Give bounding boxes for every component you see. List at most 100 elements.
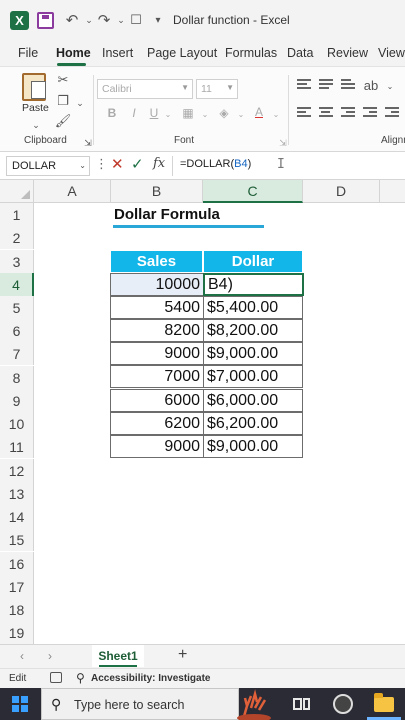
row-header[interactable]: 2 [0,226,34,249]
row-header[interactable]: 8 [0,366,34,389]
align-top-icon[interactable] [297,79,311,91]
sheet-title-cell[interactable]: Dollar Formula [114,206,220,223]
add-sheet-button[interactable]: + [178,646,187,664]
name-box[interactable]: DOLLAR ⌄ [6,156,90,176]
row-header[interactable]: 16 [0,552,34,575]
tab-data[interactable]: Data [287,46,313,60]
sales-cell[interactable]: 10000 [110,273,204,296]
copy-icon[interactable]: ❐ [55,93,71,109]
align-left-icon[interactable] [297,107,311,119]
orientation-dropdown-icon[interactable]: ⌄ [382,78,398,94]
sales-cell[interactable]: 9000 [110,435,204,458]
dollar-cell[interactable]: $7,000.00 [203,365,303,388]
name-box-caret-icon[interactable]: ⌄ [79,161,86,170]
decrease-indent-icon[interactable] [363,107,377,119]
fill-color-dropdown-icon[interactable]: ⌄ [233,106,249,122]
copy-dropdown-icon[interactable]: ⌄ [72,95,88,111]
sales-cell[interactable]: 9000 [110,342,204,365]
prev-sheet-icon[interactable]: ‹ [20,649,24,663]
align-middle-icon[interactable] [319,79,333,91]
paste-icon[interactable] [22,73,46,101]
file-explorer-icon[interactable] [374,693,394,712]
customize-toolbar-icon[interactable]: ▾ [148,10,168,30]
column-header-b[interactable]: B [111,180,203,203]
font-color-icon[interactable]: A [251,104,267,120]
sales-cell[interactable]: 6000 [110,389,204,412]
formula-input[interactable]: =DOLLAR(B4) [180,158,251,170]
italic-button[interactable]: I [126,105,142,121]
font-size-select[interactable]: 11 ▼ [196,79,238,99]
row-header[interactable]: 18 [0,598,34,621]
sales-cell[interactable]: 5400 [110,296,204,319]
row-header[interactable]: 5 [0,296,34,319]
format-painter-icon[interactable]: 🖌 [55,113,72,129]
row-header[interactable]: 3 [0,250,34,273]
tab-home[interactable]: Home [56,46,91,60]
row-header[interactable]: 14 [0,505,34,528]
row-header[interactable]: 7 [0,342,34,365]
row-header-selected[interactable]: 4 [0,273,34,296]
obs-app-icon[interactable] [333,694,353,714]
column-header-c[interactable]: C [203,180,303,203]
row-header[interactable]: 17 [0,575,34,598]
increase-indent-icon[interactable] [385,107,399,119]
task-view-icon[interactable] [291,694,311,714]
tab-page-layout[interactable]: Page Layout [147,46,217,60]
paste-dropdown-icon[interactable]: ⌄ [28,117,44,133]
tab-review[interactable]: Review [327,46,368,60]
accessibility-icon[interactable]: ⚲ [76,671,85,685]
column-header-a[interactable]: A [34,180,111,203]
tab-file[interactable]: File [18,46,38,60]
dollar-cell[interactable]: $9,000.00 [203,435,303,458]
row-header[interactable]: 11 [0,435,34,458]
save-icon[interactable] [37,12,54,29]
insert-function-icon[interactable]: fx [153,156,165,171]
dollar-cell[interactable]: $8,200.00 [203,319,303,342]
table-header-sales[interactable]: Sales [110,250,203,273]
next-sheet-icon[interactable]: › [48,649,52,663]
row-header[interactable]: 6 [0,319,34,342]
column-header-partial[interactable] [380,180,405,203]
macro-recording-icon[interactable] [50,672,62,683]
row-header[interactable]: 13 [0,482,34,505]
align-bottom-icon[interactable] [341,79,355,91]
tab-formulas[interactable]: Formulas [225,46,277,60]
row-header[interactable]: 19 [0,621,34,644]
sheet-tab-sheet1[interactable]: Sheet1 [92,645,144,667]
accessibility-status[interactable]: Accessibility: Investigate [91,673,211,684]
select-all-button[interactable] [0,180,34,203]
borders-icon[interactable]: ▦ [180,105,196,121]
font-name-select[interactable]: Calibri ▼ [97,79,193,99]
underline-dropdown-icon[interactable]: ⌄ [160,106,176,122]
tab-insert[interactable]: Insert [102,46,133,60]
borders-dropdown-icon[interactable]: ⌄ [197,106,213,122]
dollar-cell[interactable]: $9,000.00 [203,342,303,365]
taskbar-search-box[interactable]: ⚲ Type here to search [41,688,239,720]
tab-view[interactable]: View [378,46,405,60]
cancel-icon[interactable]: ✕ [111,155,124,173]
dollar-cell-editing[interactable]: B4) [203,273,304,296]
row-header[interactable]: 12 [0,459,34,482]
row-header[interactable]: 1 [0,203,34,226]
cut-icon[interactable]: ✂ [55,72,71,88]
touch-mode-icon[interactable]: ☐ [126,10,146,30]
enter-icon[interactable]: ✓ [131,155,144,173]
row-header[interactable]: 15 [0,528,34,551]
bold-button[interactable]: B [104,105,120,121]
align-right-icon[interactable] [341,107,355,119]
dollar-cell[interactable]: $5,400.00 [203,296,303,319]
sales-cell[interactable]: 7000 [110,365,204,388]
row-header[interactable]: 10 [0,412,34,435]
dollar-cell[interactable]: $6,200.00 [203,412,303,435]
worksheet-grid[interactable]: A B C D 1 2 3 4 5 6 7 8 9 10 11 12 13 14… [0,180,405,644]
fill-color-icon[interactable]: ◈ [216,105,232,121]
sales-cell[interactable]: 6200 [110,412,204,435]
orientation-icon[interactable]: ab [363,77,379,93]
font-color-dropdown-icon[interactable]: ⌄ [268,106,284,122]
column-header-d[interactable]: D [303,180,380,203]
windows-start-icon[interactable] [12,696,28,712]
paste-button-label[interactable]: Paste [22,102,49,114]
sales-cell[interactable]: 8200 [110,319,204,342]
more-options-icon[interactable]: ⋮ [95,156,108,172]
dollar-cell[interactable]: $6,000.00 [203,389,303,412]
